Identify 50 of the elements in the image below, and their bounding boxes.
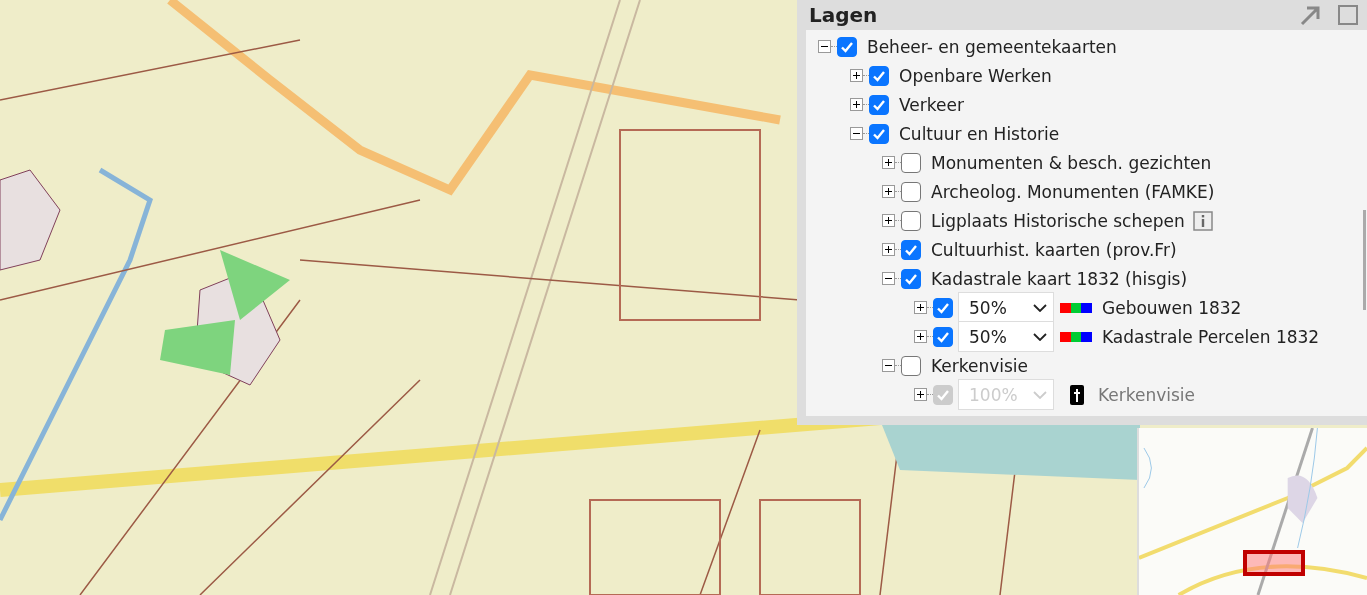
info-icon[interactable] [1192, 210, 1213, 231]
layer-label[interactable]: Kadastrale kaart 1832 (hisgis) [931, 268, 1188, 289]
chevron-down-icon [1033, 390, 1047, 399]
layer-label[interactable]: Verkeer [899, 94, 964, 115]
layer-label[interactable]: Cultuurhist. kaarten (prov.Fr) [931, 239, 1177, 260]
collapse-icon[interactable] [882, 272, 895, 285]
opacity-dropdown[interactable]: 50% [958, 292, 1054, 323]
layer-label[interactable]: Cultuur en Historie [899, 123, 1060, 144]
expand-icon[interactable] [914, 301, 927, 314]
cross-icon [1070, 384, 1084, 405]
checkbox[interactable] [869, 94, 889, 115]
chevron-down-icon [1033, 303, 1047, 312]
layer-label[interactable]: Ligplaats Historische schepen [931, 210, 1185, 231]
collapse-icon[interactable] [882, 359, 895, 372]
layer-label[interactable]: Kadastrale Percelen 1832 [1102, 326, 1320, 347]
checkbox[interactable] [869, 123, 889, 144]
checkbox[interactable] [869, 65, 889, 86]
checkbox[interactable] [901, 239, 921, 260]
layer-label[interactable]: Gebouwen 1832 [1102, 297, 1242, 318]
expand-icon[interactable] [882, 185, 895, 198]
checkbox[interactable] [933, 326, 953, 347]
expand-icon[interactable] [882, 243, 895, 256]
legend-swatch-icon [1060, 302, 1092, 313]
checkbox[interactable] [901, 152, 921, 173]
expand-icon[interactable] [914, 330, 927, 343]
legend-swatch-icon [1060, 331, 1092, 342]
checkbox[interactable] [901, 355, 921, 376]
layer-label[interactable]: Monumenten & besch. gezichten [931, 152, 1212, 173]
checkbox[interactable] [901, 268, 921, 289]
collapse-icon[interactable] [818, 40, 831, 53]
expand-icon[interactable] [882, 214, 895, 227]
layer-label[interactable]: Archeolog. Monumenten (FAMKE) [931, 181, 1215, 202]
scrollbar[interactable] [1363, 210, 1366, 310]
view-extent-marker [1243, 550, 1305, 576]
chevron-down-icon [1033, 332, 1047, 341]
expand-icon[interactable] [850, 98, 863, 111]
collapse-icon[interactable] [850, 127, 863, 140]
opacity-dropdown[interactable]: 50% [958, 321, 1054, 352]
checkbox[interactable] [837, 36, 857, 57]
panel-title: Lagen [809, 3, 879, 27]
layer-label[interactable]: Kerkenvisie [931, 355, 1029, 376]
checkbox[interactable] [933, 297, 953, 318]
arrow-icon[interactable] [1299, 4, 1321, 26]
checkbox[interactable] [901, 210, 921, 231]
checkbox[interactable] [901, 181, 921, 202]
maximize-icon[interactable] [1337, 4, 1359, 26]
layer-label[interactable]: Openbare Werken [899, 65, 1052, 86]
layer-label[interactable]: Beheer- en gemeentekaarten [867, 36, 1117, 57]
expand-icon[interactable] [850, 69, 863, 82]
expand-icon[interactable] [882, 156, 895, 169]
